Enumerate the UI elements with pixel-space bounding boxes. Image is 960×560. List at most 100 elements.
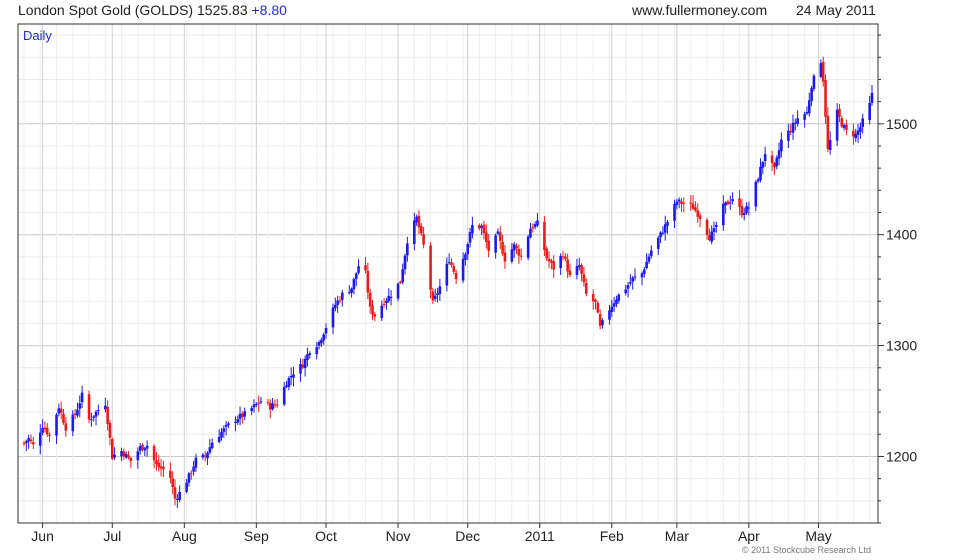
candle-body [227, 423, 230, 426]
candle-body [596, 302, 600, 313]
candle-body [315, 347, 319, 355]
candle-body [464, 254, 467, 260]
candle-body [838, 108, 841, 117]
candle-body [780, 139, 783, 152]
candle-body [338, 300, 342, 302]
candle-body [712, 228, 716, 233]
candle-body [71, 414, 75, 432]
candle-body [266, 401, 270, 403]
candle-body [220, 431, 223, 438]
candle-body [666, 221, 669, 226]
candle-body [731, 199, 734, 202]
candle-body [122, 451, 126, 457]
candle-body [580, 265, 583, 274]
candle-body [301, 364, 305, 368]
candle-body [438, 286, 442, 295]
candle-body [494, 235, 497, 253]
candle-body [431, 291, 435, 301]
candle-body [129, 457, 133, 462]
candle-body [433, 295, 437, 299]
candle-body [450, 262, 453, 266]
candle-body [285, 385, 288, 387]
candle-body [452, 266, 456, 272]
candle-body [41, 427, 44, 433]
candle-body [141, 444, 144, 450]
candle-body [754, 181, 758, 207]
candle-body [364, 265, 367, 271]
candle-body [382, 304, 386, 306]
candle-body [856, 130, 860, 135]
candle-body [194, 457, 198, 468]
candle-body [577, 265, 581, 268]
candle-body [76, 409, 79, 416]
candle-body [176, 498, 179, 500]
candle-body [27, 438, 30, 442]
candle-body [610, 306, 614, 312]
candle-body [104, 405, 107, 410]
candle-body [612, 303, 616, 307]
candle-body [127, 455, 130, 458]
candle-body [471, 224, 474, 234]
candle-body [694, 207, 697, 211]
candle-body [715, 225, 718, 228]
candle-body [756, 179, 760, 182]
candle-body [594, 299, 597, 302]
candle-body [136, 451, 140, 461]
candlestick-chart: Daily 1200 1300 1400 1500 Jun Jul Aug Sep Oct No… [17, 23, 917, 544]
candle-body [564, 256, 567, 259]
candle-body [842, 125, 846, 128]
candle-body [357, 266, 360, 273]
candle-body [773, 162, 776, 168]
candle-body [292, 374, 295, 378]
candle-body [770, 155, 774, 163]
candle-body [821, 61, 825, 82]
candle-body [413, 220, 416, 245]
candle-body [526, 236, 530, 258]
candle-body [113, 454, 116, 458]
candle-body [566, 259, 569, 272]
candle-body [698, 215, 702, 220]
candle-body [157, 462, 161, 468]
candle-body [777, 150, 781, 159]
candle-body [243, 411, 247, 417]
candle-body [178, 492, 181, 500]
candle-body [810, 88, 813, 101]
candle-body [124, 453, 128, 458]
candle-body [591, 294, 595, 302]
x-tick-label: Jun [31, 528, 54, 544]
candle-body [598, 314, 602, 326]
candle-body [380, 305, 384, 319]
candle-body [761, 162, 765, 168]
candle-body [826, 115, 830, 150]
candle-body [87, 394, 91, 420]
candle-body [487, 240, 490, 251]
candle-body [389, 297, 393, 299]
candle-body [510, 249, 514, 262]
candle-body [582, 274, 586, 283]
candle-body [517, 248, 521, 256]
candle-body [547, 258, 551, 262]
candle-body [201, 454, 205, 458]
candle-body [689, 202, 693, 204]
candle-body [529, 228, 532, 238]
y-tick-label: 1500 [886, 116, 917, 132]
candle-body [691, 203, 695, 209]
candle-body [840, 118, 844, 127]
candle-body [726, 201, 730, 205]
candle-body [626, 285, 630, 289]
candle-body [31, 442, 35, 445]
candle-body [722, 203, 725, 226]
candle-body [252, 404, 256, 408]
candle-body [503, 252, 507, 262]
x-tick-label: Aug [172, 528, 197, 544]
candle-body [38, 432, 42, 446]
x-tick-label: Apr [738, 528, 760, 544]
candle-body [92, 416, 95, 418]
candle-body [106, 406, 109, 425]
y-tick-label: 1300 [886, 338, 917, 354]
candle-body [422, 234, 425, 245]
candle-body [559, 255, 562, 269]
candle-body [696, 210, 700, 217]
candle-body [498, 232, 502, 241]
candle-body [308, 353, 312, 356]
